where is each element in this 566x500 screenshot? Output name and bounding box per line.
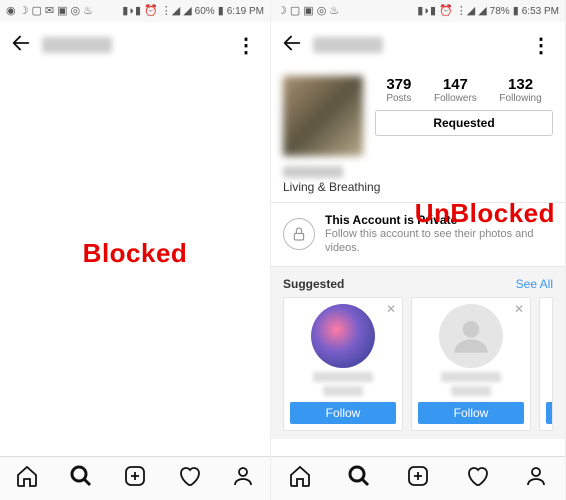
close-icon[interactable]: ✕ xyxy=(514,302,524,316)
battery-icon: ▮ xyxy=(513,6,519,17)
heart-icon[interactable] xyxy=(465,464,489,493)
profile-icon[interactable] xyxy=(231,464,255,493)
spotify-icon: ◉ xyxy=(6,6,16,17)
circle-icon: ◎ xyxy=(71,6,81,17)
requested-button[interactable]: Requested xyxy=(375,110,553,136)
follow-button[interactable]: Follow xyxy=(290,402,396,424)
display-name xyxy=(283,166,343,178)
app-icon: ▣ xyxy=(57,6,67,17)
wifi-icon: ⋮◢ xyxy=(456,6,475,17)
signal-icon: ◢ xyxy=(478,6,486,17)
status-bar: ☽ ▢ ▣ ◎ ♨ ▮◗▮ ⏰ ⋮◢ ◢ 78% ▮ 6:53 PM xyxy=(271,0,565,22)
stat-following[interactable]: 132 Following xyxy=(499,76,541,104)
suggestion-card[interactable] xyxy=(539,297,553,431)
heart-icon[interactable] xyxy=(177,464,201,493)
home-icon[interactable] xyxy=(288,464,312,493)
suggestion-card[interactable]: ✕ Follow xyxy=(411,297,531,431)
app-icon: ▣ xyxy=(303,6,313,17)
avatar[interactable] xyxy=(283,76,363,156)
battery-text: 78% xyxy=(490,6,510,17)
close-icon[interactable]: ✕ xyxy=(386,302,396,316)
suggestion-card[interactable]: ✕ Follow xyxy=(283,297,403,431)
message-icon: ▢ xyxy=(290,6,300,17)
phone-unblocked: ☽ ▢ ▣ ◎ ♨ ▮◗▮ ⏰ ⋮◢ ◢ 78% ▮ 6:53 PM ⋮ xyxy=(271,0,566,500)
home-icon[interactable] xyxy=(15,464,39,493)
stat-followers[interactable]: 147 Followers xyxy=(434,76,477,104)
phone-blocked: ◉ ☽ ▢ ✉ ▣ ◎ ♨ ▮◗▮ ⏰ ⋮◢ ◢ 60% ▮ 6:19 PM ⋮… xyxy=(0,0,271,500)
time-text: 6:53 PM xyxy=(522,6,559,17)
mail-icon: ✉ xyxy=(45,6,54,17)
follow-button[interactable] xyxy=(546,402,553,424)
flame-icon: ♨ xyxy=(329,6,339,17)
app-bar: ⋮ xyxy=(0,22,270,68)
app-bar: ⋮ xyxy=(271,22,565,68)
private-subtitle: Follow this account to see their photos … xyxy=(325,227,553,256)
signal-icon: ◢ xyxy=(183,6,191,17)
overlay-label: UnBlocked xyxy=(415,198,555,229)
username xyxy=(42,37,112,53)
avatar xyxy=(311,304,375,368)
follow-button[interactable]: Follow xyxy=(418,402,524,424)
avatar xyxy=(439,304,503,368)
card-sub xyxy=(451,386,491,396)
wifi-icon: ⋮◢ xyxy=(161,6,180,17)
moon-icon: ☽ xyxy=(19,6,29,17)
more-icon[interactable]: ⋮ xyxy=(232,33,260,58)
status-bar: ◉ ☽ ▢ ✉ ▣ ◎ ♨ ▮◗▮ ⏰ ⋮◢ ◢ 60% ▮ 6:19 PM xyxy=(0,0,270,22)
see-all-link[interactable]: See All xyxy=(516,277,553,291)
circle-icon: ◎ xyxy=(317,6,327,17)
bottom-nav xyxy=(271,456,565,500)
add-icon[interactable] xyxy=(123,464,147,493)
search-icon[interactable] xyxy=(69,464,93,493)
overlay-label: Blocked xyxy=(0,238,270,269)
username xyxy=(313,37,383,53)
card-name xyxy=(313,372,373,382)
card-name xyxy=(441,372,501,382)
add-icon[interactable] xyxy=(406,464,430,493)
stat-posts[interactable]: 379 Posts xyxy=(386,76,411,104)
back-icon[interactable] xyxy=(10,32,32,59)
message-icon: ▢ xyxy=(31,6,41,17)
suggested-cards: ✕ Follow ✕ Follow xyxy=(271,297,565,439)
vibrate-icon: ▮◗▮ xyxy=(417,6,436,17)
alarm-icon: ⏰ xyxy=(439,6,453,17)
stats-row: 379 Posts 147 Followers 132 Following xyxy=(375,76,553,104)
suggested-label: Suggested xyxy=(283,277,344,291)
suggested-header: Suggested See All xyxy=(271,267,565,297)
vibrate-icon: ▮◗▮ xyxy=(122,6,141,17)
flame-icon: ♨ xyxy=(83,6,93,17)
search-icon[interactable] xyxy=(347,464,371,493)
more-icon[interactable]: ⋮ xyxy=(527,33,555,58)
alarm-icon: ⏰ xyxy=(144,6,158,17)
battery-icon: ▮ xyxy=(218,6,224,17)
card-sub xyxy=(323,386,363,396)
time-text: 6:19 PM xyxy=(227,6,264,17)
moon-icon: ☽ xyxy=(277,6,287,17)
bottom-nav xyxy=(0,456,270,500)
battery-text: 60% xyxy=(195,6,215,17)
back-icon[interactable] xyxy=(281,32,303,59)
lock-icon xyxy=(283,218,315,250)
profile-icon[interactable] xyxy=(524,464,548,493)
